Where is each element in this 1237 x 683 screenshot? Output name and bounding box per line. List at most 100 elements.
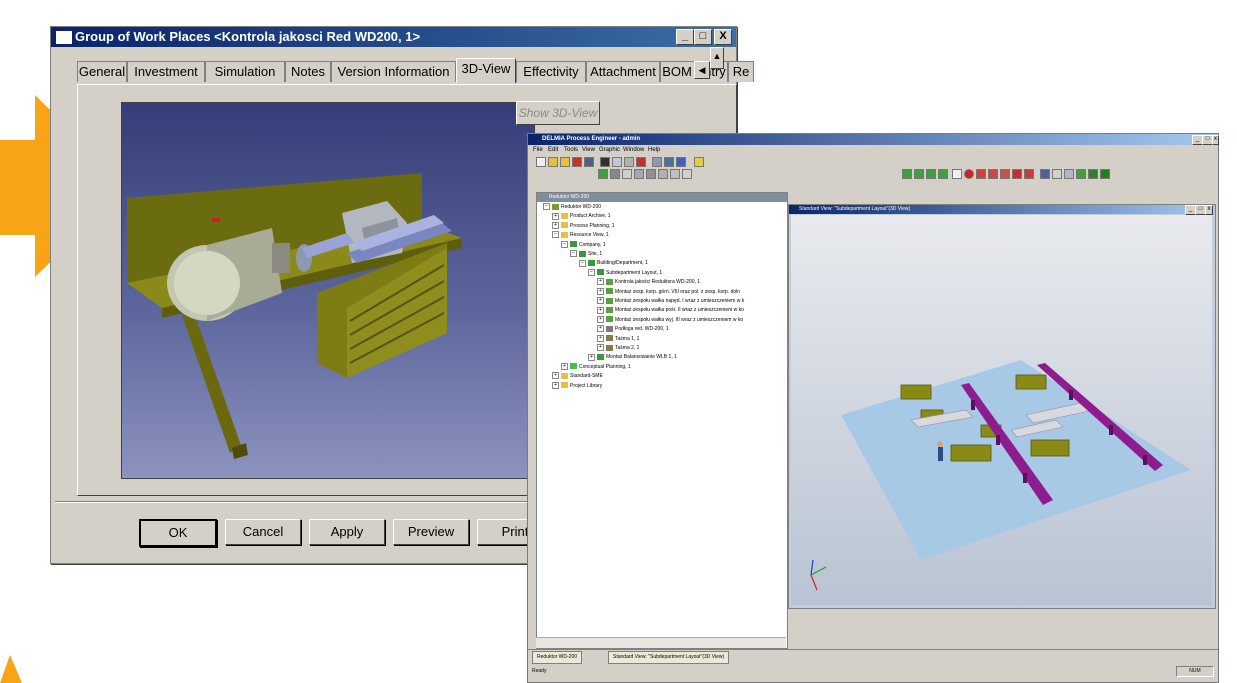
delete-icon[interactable] [572, 157, 582, 167]
expand-toggle-icon[interactable]: − [579, 259, 586, 267]
step-icon[interactable] [622, 169, 632, 179]
expand-toggle-icon[interactable]: + [561, 362, 568, 370]
process-icon[interactable] [1024, 169, 1034, 179]
tab-effectivity[interactable]: Effectivity [516, 61, 586, 82]
tab-investment[interactable]: Investment [127, 61, 205, 82]
sync-icon[interactable] [682, 169, 692, 179]
expand-toggle-icon[interactable]: − [570, 250, 577, 258]
process-icon[interactable] [988, 169, 998, 179]
expand-toggle-icon[interactable]: − [543, 203, 550, 211]
expand-toggle-icon[interactable]: + [597, 306, 604, 314]
folder-icon[interactable] [560, 157, 570, 167]
resource-icon[interactable] [914, 169, 924, 179]
menu-edit[interactable]: Edit [548, 145, 558, 155]
save-icon[interactable] [584, 157, 594, 167]
rotate-icon[interactable] [1064, 169, 1074, 179]
minimize-button[interactable]: _ [676, 29, 694, 45]
menu-tools[interactable]: Tools [564, 145, 578, 155]
tree-item[interactable]: + Montaż zespołu wałka pośr. II wraz z um… [597, 306, 744, 315]
show-3d-view-button[interactable]: Show 3D-View [516, 101, 600, 125]
tree-item[interactable]: + Kontrola jakości Reduktora WD-200, 1 [597, 278, 700, 287]
ok-button[interactable]: OK [139, 519, 217, 547]
tree-item[interactable]: + Product Archive, 1 [552, 212, 611, 221]
tab-re[interactable]: Re [728, 61, 754, 82]
tab-simulation[interactable]: Simulation [205, 61, 285, 82]
view-icon[interactable] [1040, 169, 1050, 179]
menu-help[interactable]: Help [648, 145, 660, 155]
close-button[interactable]: x [1205, 205, 1213, 215]
maximize-button[interactable]: □ [694, 29, 712, 45]
tab-version-information[interactable]: Version Information [331, 61, 456, 82]
open-icon[interactable] [548, 157, 558, 167]
tree-item[interactable]: + Montaż zespołu wałka wyj. III wraz z um… [597, 315, 743, 325]
stop-icon[interactable] [610, 169, 620, 179]
tab-attachment[interactable]: Attachment [586, 61, 660, 82]
tree-item[interactable]: + Podłoga red. WD-200, 1 [597, 325, 669, 334]
table-icon[interactable] [652, 157, 662, 167]
monitor-icon[interactable] [664, 157, 674, 167]
resource-icon[interactable] [902, 169, 912, 179]
apply-button[interactable]: Apply [309, 519, 385, 545]
scrollbar-up-button[interactable]: ▲ [710, 47, 724, 69]
paste-icon[interactable] [670, 169, 680, 179]
fit-icon[interactable] [1076, 169, 1086, 179]
help-icon[interactable] [694, 157, 704, 167]
tab-scroll-left-button[interactable]: ◀ [694, 61, 710, 79]
3d-viewport[interactable] [121, 102, 535, 479]
tree-item[interactable]: + Standard-SME [552, 372, 603, 381]
tree-item[interactable]: + Montaż Balansowanie WLB 1, 1 [588, 353, 677, 362]
render-icon[interactable] [1088, 169, 1098, 179]
resource-icon[interactable] [938, 169, 948, 179]
render-icon[interactable] [1100, 169, 1110, 179]
find-icon[interactable] [600, 157, 610, 167]
menu-file[interactable]: File [533, 145, 543, 155]
record-icon[interactable] [634, 169, 644, 179]
tab-notes[interactable]: Notes [285, 61, 331, 82]
tab-general[interactable]: General [77, 61, 127, 82]
tree-item[interactable]: + Montaż zesp. korp. górn. VIII oraz pol.… [597, 287, 740, 297]
close-button[interactable]: X [714, 29, 732, 45]
process-icon[interactable] [1012, 169, 1022, 179]
layout-icon[interactable] [646, 169, 656, 179]
menu-view[interactable]: View [582, 145, 595, 155]
play-icon[interactable] [598, 169, 608, 179]
tree-item[interactable]: + Process Planning, 1 [552, 221, 614, 231]
expand-toggle-icon[interactable]: + [597, 334, 604, 342]
tab-reduktor-wd-200[interactable]: Reduktor WD-200 [532, 651, 583, 664]
tools-icon[interactable] [676, 157, 686, 167]
tree-item[interactable]: + Conceptual Planning, 1 [561, 362, 631, 372]
expand-toggle-icon[interactable]: + [597, 287, 604, 295]
grid-icon[interactable] [612, 157, 622, 167]
tree-item[interactable]: − Site, 1 [570, 250, 602, 259]
chart-icon[interactable] [636, 157, 646, 167]
expand-toggle-icon[interactable]: + [588, 353, 595, 361]
expand-toggle-icon[interactable]: + [597, 325, 604, 333]
horizontal-scrollbar[interactable] [536, 637, 786, 648]
tree-item[interactable]: + Taśma 1, 1 [597, 334, 639, 344]
menu-window[interactable]: Window [623, 145, 644, 155]
expand-toggle-icon[interactable]: − [588, 268, 595, 276]
tree-item[interactable]: − Subdepartment Layout, 1 [588, 268, 662, 278]
expand-toggle-icon[interactable]: + [552, 372, 559, 380]
expand-toggle-icon[interactable]: + [597, 297, 604, 305]
expand-toggle-icon[interactable]: + [597, 315, 604, 323]
expand-toggle-icon[interactable]: + [597, 344, 604, 352]
menu-graphic[interactable]: Graphic [599, 145, 620, 155]
tree-item[interactable]: − Building/Department, 1 [579, 259, 648, 268]
tree-item[interactable]: + Project Library [552, 381, 602, 391]
list-icon[interactable] [624, 157, 634, 167]
tree-item[interactable]: + Taśma 2, 1 [597, 344, 639, 353]
record-icon[interactable] [964, 169, 974, 179]
expand-toggle-icon[interactable]: + [552, 221, 559, 229]
page-icon[interactable] [952, 169, 962, 179]
process-icon[interactable] [1000, 169, 1010, 179]
resource-icon[interactable] [926, 169, 936, 179]
tab-3d-view[interactable]: 3D-View [456, 58, 516, 83]
layout-3d-viewport[interactable] [791, 215, 1212, 605]
cancel-button[interactable]: Cancel [225, 519, 301, 545]
preview-button[interactable]: Preview [393, 519, 469, 545]
expand-toggle-icon[interactable]: + [597, 278, 604, 286]
zoom-icon[interactable] [1052, 169, 1062, 179]
tree-item[interactable]: − Reduktor WD-200 [543, 203, 601, 212]
expand-toggle-icon[interactable]: + [552, 212, 559, 220]
